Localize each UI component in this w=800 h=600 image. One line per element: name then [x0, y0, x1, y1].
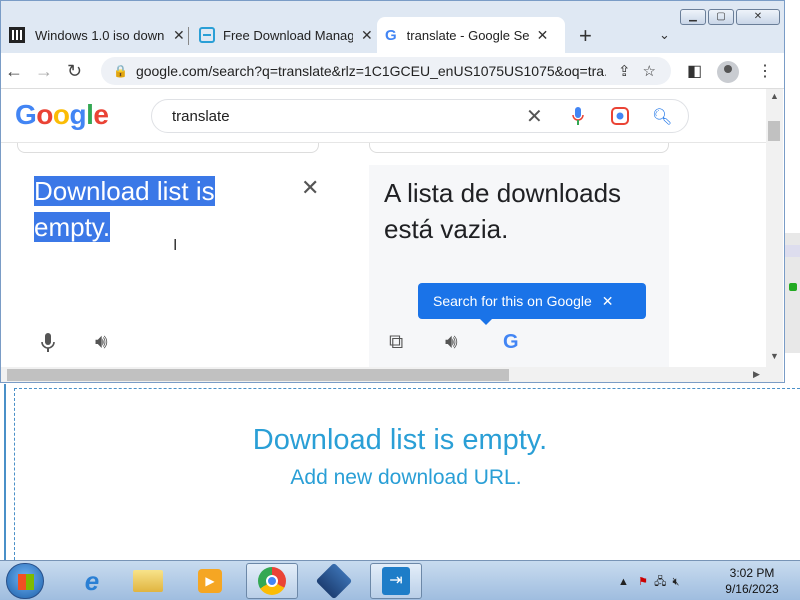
tab-google-search[interactable]: G translate - Google Searc ✕: [377, 17, 565, 53]
search-icon[interactable]: 🔍︎: [652, 107, 672, 127]
chrome-icon: [258, 567, 286, 595]
action-center-icon[interactable]: ⚑: [638, 576, 648, 588]
scroll-up-icon[interactable]: ▲: [770, 91, 779, 101]
internet-explorer-icon: e: [84, 565, 100, 596]
system-tray: ▲ ⚑ 🖧︎ 🔇︎: [618, 573, 679, 592]
fdm-icon: ⇥: [382, 567, 410, 595]
copy-icon[interactable]: ⧉: [389, 331, 403, 354]
minimize-button[interactable]: ▁: [680, 9, 706, 25]
reload-button[interactable]: ↻: [67, 61, 82, 82]
tab-title: Free Download Manag: [223, 27, 353, 43]
vertical-scrollbar[interactable]: ▲ ▼: [766, 89, 783, 367]
lock-icon[interactable]: 🔒: [113, 64, 128, 78]
selected-source-text: Download list is empty.: [34, 176, 215, 242]
microphone-icon[interactable]: [572, 107, 584, 125]
background-window-edge: [784, 233, 800, 353]
maximize-button[interactable]: ▢: [708, 9, 734, 25]
internet-explorer-button[interactable]: e: [66, 563, 118, 599]
fdm-empty-title: Download list is empty.: [252, 424, 548, 456]
source-text[interactable]: Download list is empty.: [34, 173, 244, 245]
tooltip-label: Search for this on Google: [433, 293, 592, 309]
search-box[interactable]: translate ✕ 🔍︎: [151, 99, 689, 133]
archive-icon: [9, 27, 25, 43]
bookmark-star-icon[interactable]: ☆: [643, 62, 656, 80]
forward-button[interactable]: →: [35, 61, 53, 82]
folder-icon: [133, 570, 163, 592]
fdm-add-url-link[interactable]: Add new download URL.: [0, 466, 800, 490]
page-content: Google translate ✕ 🔍︎ Download list is e…: [1, 89, 766, 367]
close-icon[interactable]: ✕: [173, 27, 185, 44]
horizontal-scrollbar[interactable]: ▶: [1, 367, 783, 382]
chrome-taskbar-button[interactable]: [246, 563, 298, 599]
clear-search-icon[interactable]: ✕: [526, 104, 543, 129]
google-logo[interactable]: Google: [15, 99, 109, 131]
clock[interactable]: 3:02 PM 9/16/2023: [716, 565, 788, 597]
scrollbar-thumb[interactable]: [768, 121, 780, 141]
scroll-down-icon[interactable]: ▼: [770, 351, 779, 361]
google-icon[interactable]: G: [503, 331, 519, 354]
clock-time: 3:02 PM: [729, 566, 775, 580]
clear-source-icon[interactable]: ✕: [301, 175, 319, 201]
file-explorer-button[interactable]: [122, 563, 174, 599]
target-card-edge: [369, 143, 669, 153]
text-cursor-icon: I: [173, 237, 178, 254]
close-icon[interactable]: ✕: [537, 27, 549, 44]
side-panel-icon[interactable]: ◧: [687, 61, 702, 81]
share-icon[interactable]: ⇪: [618, 62, 631, 80]
menu-icon[interactable]: ⋮: [757, 61, 773, 81]
profile-avatar[interactable]: [717, 61, 739, 83]
network-icon[interactable]: 🖧︎: [654, 576, 666, 588]
tooltip-arrow: [479, 318, 493, 325]
speaker-icon[interactable]: 🔊︎: [95, 331, 108, 354]
media-player-icon: ▶: [198, 569, 222, 593]
close-window-button[interactable]: ✕: [736, 9, 780, 25]
tab-free-download-manager[interactable]: Free Download Manag ✕: [191, 17, 375, 53]
chrome-window: Windows 1.0 iso downl ✕ Free Download Ma…: [0, 0, 785, 383]
back-button[interactable]: ←: [5, 61, 23, 82]
chevron-down-icon[interactable]: ⌄: [659, 27, 670, 43]
virtualbox-button[interactable]: [308, 562, 360, 600]
scroll-right-icon[interactable]: ▶: [753, 369, 760, 380]
virtualbox-icon: [315, 562, 353, 600]
tab-title: Windows 1.0 iso downl: [35, 27, 165, 43]
volume-muted-icon[interactable]: 🔇︎: [672, 576, 679, 588]
close-icon[interactable]: ✕: [602, 293, 614, 310]
fdm-icon: [199, 27, 215, 43]
clock-date: 9/16/2023: [725, 582, 779, 596]
fdm-taskbar-button[interactable]: ⇥: [370, 563, 422, 599]
tab-windows-iso[interactable]: Windows 1.0 iso downl ✕: [1, 17, 187, 53]
source-card-edge: [17, 143, 319, 153]
browser-toolbar: ← → ↻ 🔒 google.com/search?q=translate&rl…: [1, 53, 784, 89]
scrollbar-thumb[interactable]: [7, 369, 509, 381]
translated-text: A lista de downloads está vazia.: [384, 178, 622, 244]
show-hidden-icons[interactable]: ▲: [618, 576, 629, 588]
close-icon[interactable]: ✕: [361, 27, 373, 44]
window-controls: ▁ ▢ ✕: [680, 9, 780, 27]
tab-title: translate - Google Searc: [406, 27, 529, 43]
address-bar[interactable]: 🔒 google.com/search?q=translate&rlz=1C1G…: [101, 57, 671, 85]
speaker-icon[interactable]: 🔊︎: [445, 331, 458, 354]
address-url: google.com/search?q=translate&rlz=1C1GCE…: [135, 63, 606, 79]
google-header: Google translate ✕ 🔍︎: [1, 89, 766, 143]
google-lens-icon[interactable]: [610, 106, 630, 126]
search-on-google-tooltip[interactable]: Search for this on Google ✕: [418, 283, 646, 319]
search-input[interactable]: translate: [172, 108, 512, 125]
google-icon: G: [385, 26, 397, 44]
microphone-icon[interactable]: [41, 333, 55, 353]
tab-strip: Windows 1.0 iso downl ✕ Free Download Ma…: [1, 1, 784, 53]
new-tab-button[interactable]: +: [579, 23, 592, 49]
media-player-button[interactable]: ▶: [184, 563, 236, 599]
start-button[interactable]: [6, 563, 44, 599]
taskbar: e ▶ ⇥ ▲ ⚑ 🖧︎ 🔇︎ 3:02 PM 9/16/2023: [0, 560, 800, 600]
